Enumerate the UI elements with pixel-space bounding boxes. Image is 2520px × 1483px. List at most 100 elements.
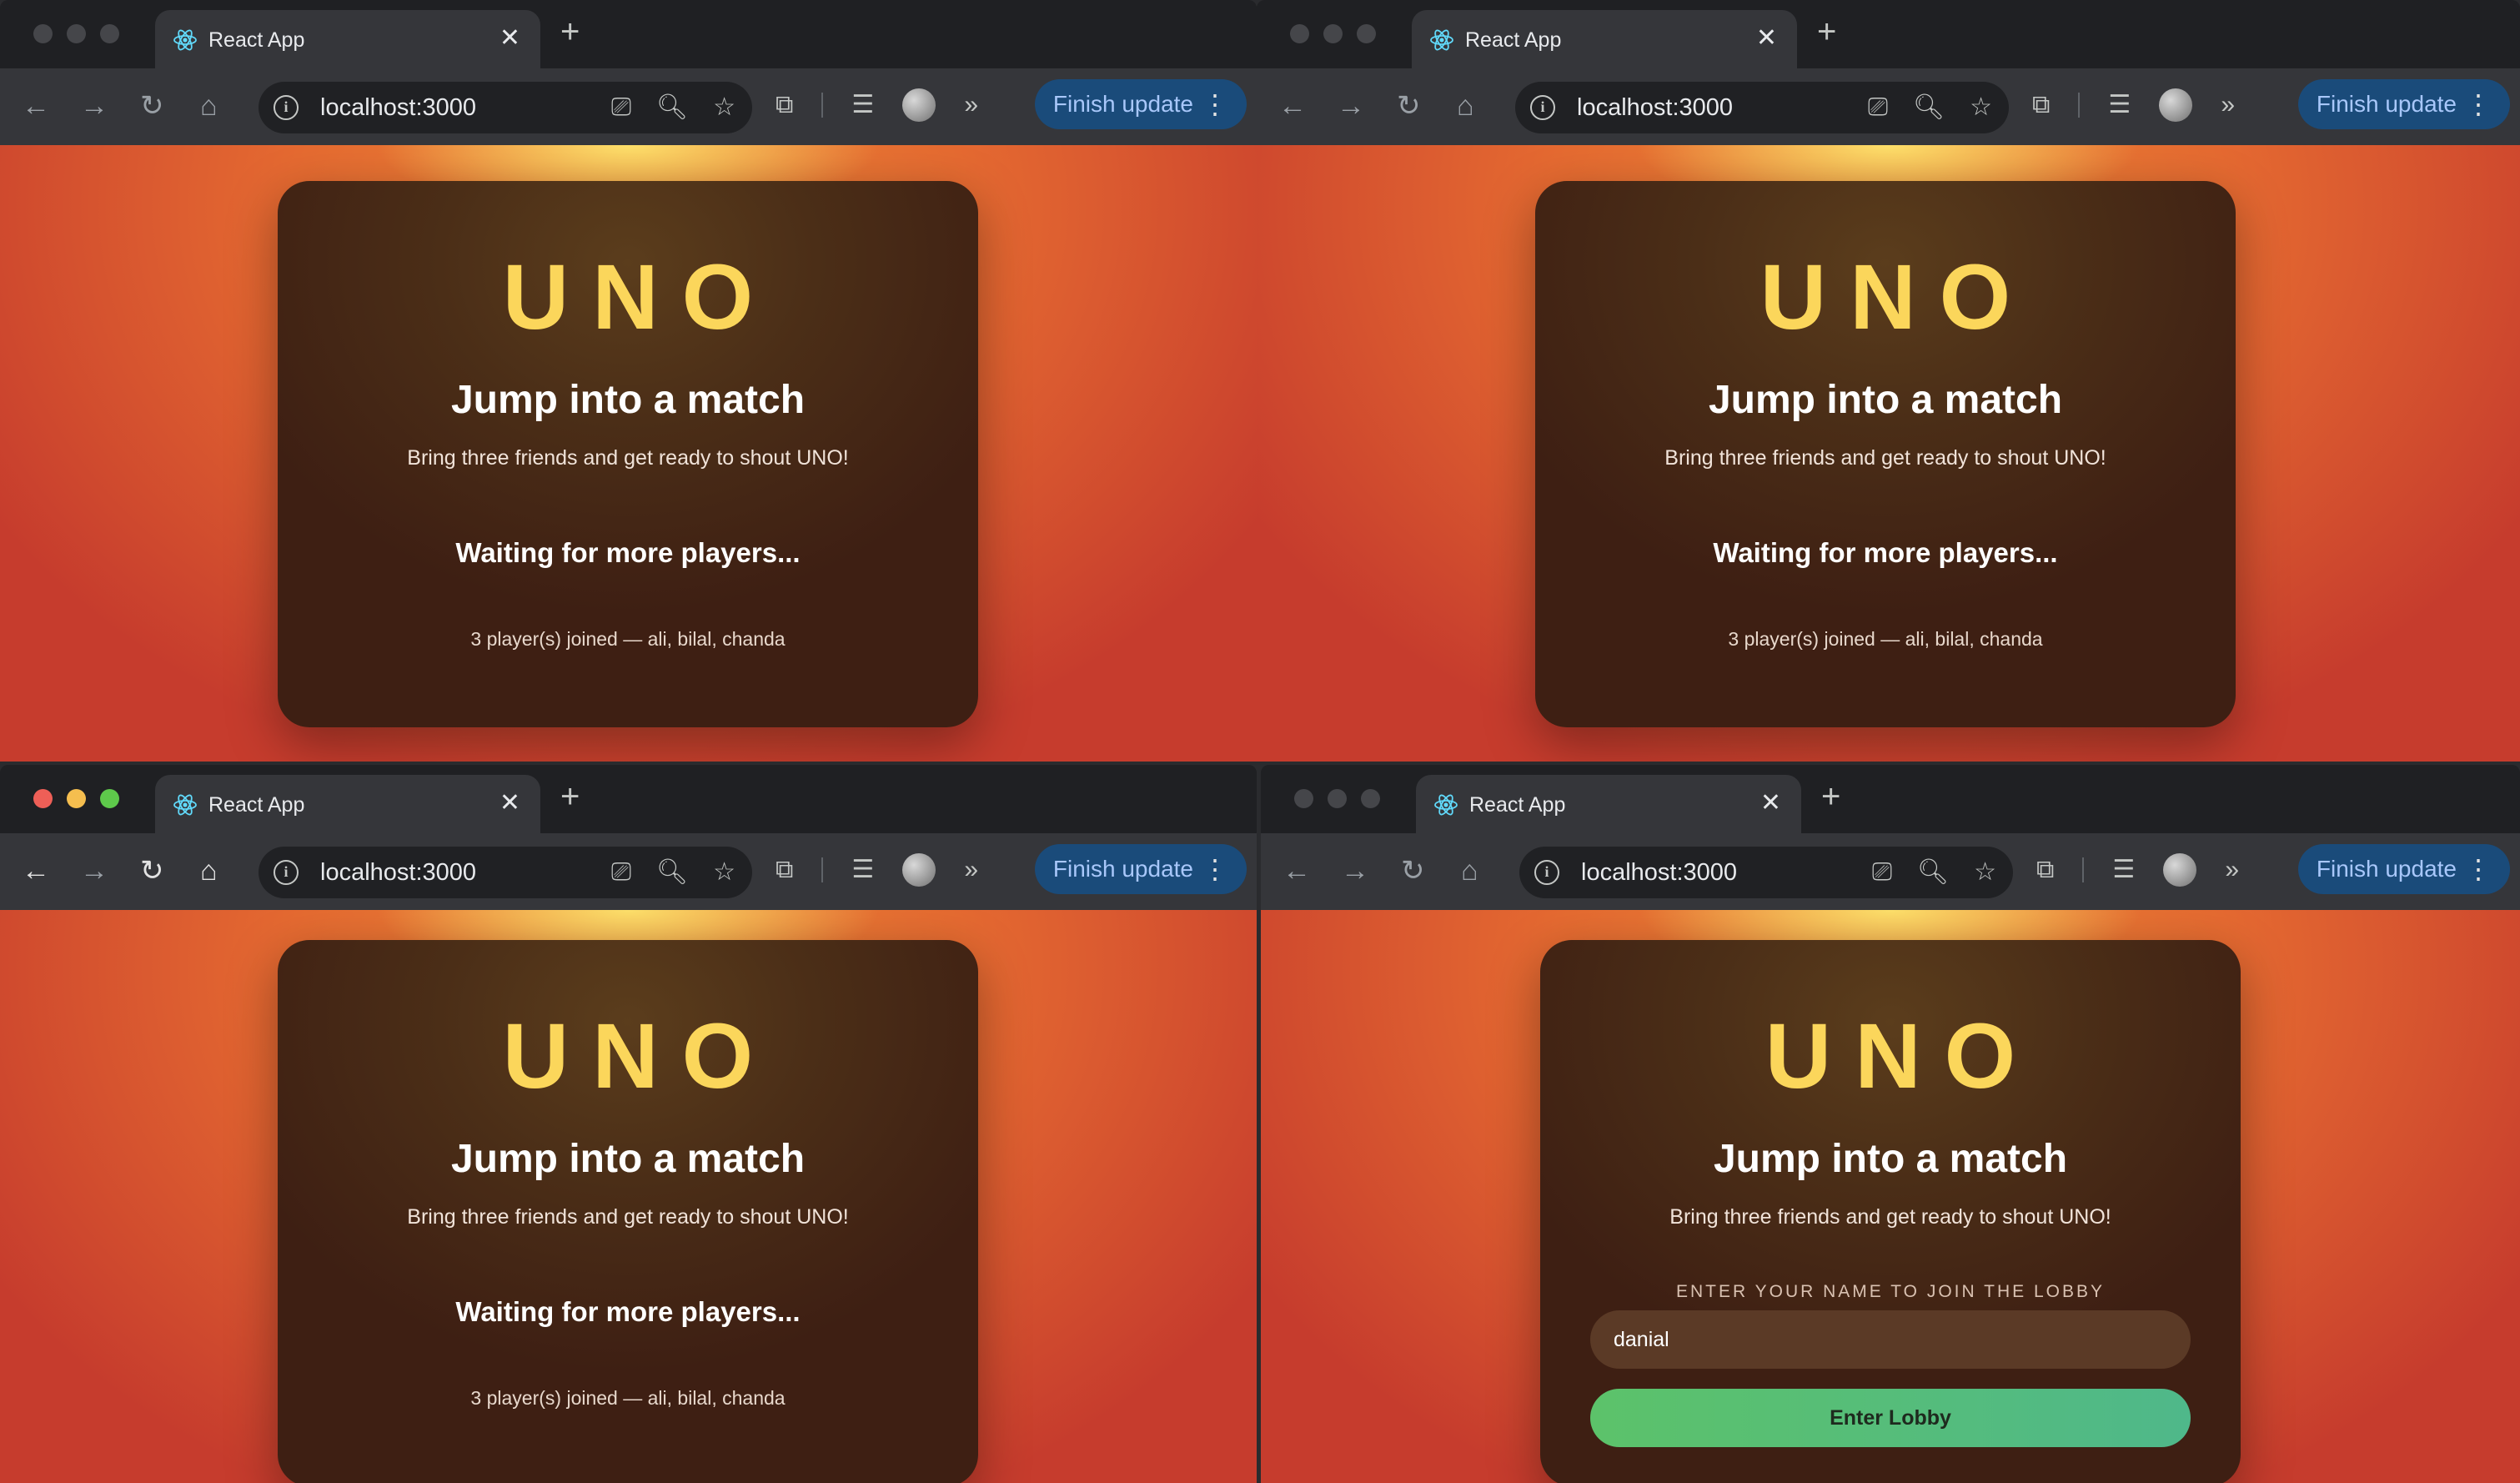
tab-react-app[interactable]: React App ✕: [155, 775, 540, 833]
site-info-icon[interactable]: i: [1530, 95, 1555, 120]
back-icon[interactable]: ←: [1283, 856, 1311, 886]
lobby-card: UNO Jump into a match Bring three friend…: [278, 181, 978, 727]
close-window-button[interactable]: [33, 789, 53, 808]
address-bar[interactable]: i localhost:3000 ⎚ 🔍︎ ☆: [1519, 847, 2013, 898]
new-tab-button[interactable]: +: [1821, 778, 1840, 815]
install-app-icon[interactable]: ⎚: [611, 91, 631, 124]
media-controls-icon[interactable]: ☰: [851, 88, 874, 122]
home-icon[interactable]: ⌂: [200, 91, 218, 121]
profile-avatar[interactable]: [902, 853, 936, 887]
kebab-menu-icon[interactable]: ⋮: [1202, 79, 1228, 129]
more-tools-icon[interactable]: »: [964, 88, 978, 122]
back-icon[interactable]: ←: [22, 856, 50, 886]
address-bar[interactable]: i localhost:3000 ⎚ 🔍︎ ☆: [1515, 82, 2009, 133]
maximize-window-button[interactable]: [1357, 24, 1376, 43]
bookmark-star-icon[interactable]: ☆: [713, 856, 735, 889]
install-app-icon[interactable]: ⎚: [611, 856, 631, 889]
maximize-window-button[interactable]: [100, 789, 119, 808]
close-tab-icon[interactable]: ✕: [1760, 791, 1781, 816]
profile-avatar[interactable]: [2159, 88, 2193, 122]
minimize-window-button[interactable]: [67, 789, 86, 808]
tab-strip: React App ✕ +: [0, 765, 1257, 833]
tab-react-app[interactable]: React App ✕: [1412, 10, 1797, 68]
forward-icon[interactable]: →: [1341, 856, 1369, 886]
finish-update-button[interactable]: Finish update ⋮: [2297, 79, 2510, 129]
page-content: UNO Jump into a match Bring three friend…: [0, 910, 1257, 1483]
close-tab-icon[interactable]: ✕: [499, 791, 520, 816]
player-name-input[interactable]: [1590, 1310, 2191, 1369]
extensions-icon[interactable]: ⧉: [776, 88, 793, 122]
zoom-icon[interactable]: 🔍︎: [1913, 91, 1945, 124]
forward-icon[interactable]: →: [80, 91, 108, 121]
close-window-button[interactable]: [1290, 24, 1309, 43]
browser-toolbar: ← → ↻ ⌂ i localhost:3000 ⎚ 🔍︎ ☆ ⧉ ☰ » Fi…: [0, 68, 1257, 145]
install-app-icon[interactable]: ⎚: [1872, 856, 1892, 889]
url-text[interactable]: localhost:3000: [1577, 94, 1733, 122]
media-controls-icon[interactable]: ☰: [2112, 853, 2135, 887]
tab-react-app[interactable]: React App ✕: [155, 10, 540, 68]
minimize-window-button[interactable]: [1323, 24, 1343, 43]
toolbar-icons: ⧉ ☰ »: [2032, 88, 2235, 122]
finish-update-button[interactable]: Finish update ⋮: [2297, 844, 2510, 894]
uno-logo: UNO: [1765, 1005, 2040, 1108]
home-icon[interactable]: ⌂: [1461, 856, 1478, 886]
maximize-window-button[interactable]: [1361, 789, 1380, 808]
site-info-icon[interactable]: i: [1534, 860, 1559, 885]
more-tools-icon[interactable]: »: [964, 853, 978, 887]
more-tools-icon[interactable]: »: [2225, 853, 2239, 887]
tab-react-app[interactable]: React App ✕: [1416, 775, 1801, 833]
media-controls-icon[interactable]: ☰: [851, 853, 874, 887]
close-window-button[interactable]: [1294, 789, 1313, 808]
page-heading: Jump into a match: [1713, 1137, 2068, 1181]
site-info-icon[interactable]: i: [274, 95, 299, 120]
new-tab-button[interactable]: +: [560, 778, 580, 815]
reload-icon[interactable]: ↻: [1401, 856, 1425, 886]
bookmark-star-icon[interactable]: ☆: [713, 91, 735, 124]
back-icon[interactable]: ←: [1278, 91, 1307, 121]
home-icon[interactable]: ⌂: [1457, 91, 1474, 121]
site-info-icon[interactable]: i: [274, 860, 299, 885]
window-controls: [33, 789, 119, 808]
new-tab-button[interactable]: +: [1817, 13, 1836, 50]
url-text[interactable]: localhost:3000: [320, 94, 476, 122]
reload-icon[interactable]: ↻: [1397, 91, 1421, 121]
address-bar[interactable]: i localhost:3000 ⎚ 🔍︎ ☆: [259, 847, 752, 898]
extensions-icon[interactable]: ⧉: [2032, 88, 2050, 122]
browser-toolbar: ← → ↻ ⌂ i localhost:3000 ⎚ 🔍︎ ☆ ⧉ ☰ » Fi…: [1257, 68, 2520, 145]
address-bar[interactable]: i localhost:3000 ⎚ 🔍︎ ☆: [259, 82, 752, 133]
reload-icon[interactable]: ↻: [140, 856, 164, 886]
enter-lobby-button[interactable]: Enter Lobby: [1590, 1389, 2191, 1447]
page-subheading: Bring three friends and get ready to sho…: [1669, 1205, 2111, 1229]
profile-avatar[interactable]: [902, 88, 936, 122]
close-tab-icon[interactable]: ✕: [1756, 26, 1777, 51]
maximize-window-button[interactable]: [100, 24, 119, 43]
extensions-icon[interactable]: ⧉: [2036, 853, 2054, 887]
close-tab-icon[interactable]: ✕: [499, 26, 520, 51]
zoom-icon[interactable]: 🔍︎: [656, 91, 688, 124]
kebab-menu-icon[interactable]: ⋮: [2465, 79, 2492, 129]
bookmark-star-icon[interactable]: ☆: [1970, 91, 1992, 124]
forward-icon[interactable]: →: [1337, 91, 1365, 121]
url-text[interactable]: localhost:3000: [1581, 859, 1737, 887]
home-icon[interactable]: ⌂: [200, 856, 218, 886]
forward-icon[interactable]: →: [80, 856, 108, 886]
bookmark-star-icon[interactable]: ☆: [1974, 856, 1996, 889]
finish-update-button[interactable]: Finish update ⋮: [1034, 79, 1247, 129]
more-tools-icon[interactable]: »: [2221, 88, 2235, 122]
minimize-window-button[interactable]: [1328, 789, 1347, 808]
kebab-menu-icon[interactable]: ⋮: [1202, 844, 1228, 894]
profile-avatar[interactable]: [2163, 853, 2197, 887]
close-window-button[interactable]: [33, 24, 53, 43]
reload-icon[interactable]: ↻: [140, 91, 164, 121]
zoom-icon[interactable]: 🔍︎: [656, 856, 688, 889]
extensions-icon[interactable]: ⧉: [776, 853, 793, 887]
finish-update-button[interactable]: Finish update ⋮: [1034, 844, 1247, 894]
new-tab-button[interactable]: +: [560, 13, 580, 50]
back-icon[interactable]: ←: [22, 91, 50, 121]
install-app-icon[interactable]: ⎚: [1868, 91, 1888, 124]
zoom-icon[interactable]: 🔍︎: [1917, 856, 1949, 889]
kebab-menu-icon[interactable]: ⋮: [2465, 844, 2492, 894]
media-controls-icon[interactable]: ☰: [2108, 88, 2131, 122]
url-text[interactable]: localhost:3000: [320, 859, 476, 887]
minimize-window-button[interactable]: [67, 24, 86, 43]
